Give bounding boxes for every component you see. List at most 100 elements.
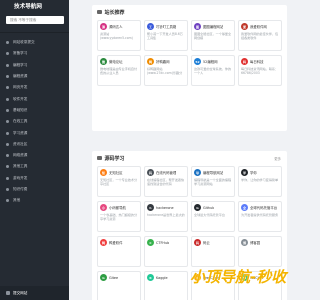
card-title: Kaggle bbox=[156, 275, 168, 280]
card-header: G Gitee bbox=[100, 274, 138, 281]
web-icon bbox=[6, 86, 9, 90]
site-card[interactable]: 52 52编程网 这款可爱的全球系统，你的一个人 bbox=[191, 55, 235, 86]
card-header: C CTFHub bbox=[147, 239, 185, 246]
site-logo-icon: 码 bbox=[147, 169, 154, 176]
sidebar-item[interactable]: 常备学习 bbox=[0, 48, 69, 59]
site-card[interactable]: 码在线代码管理 在线编程社区，帮开发者快速找到适合的代码 bbox=[144, 166, 188, 197]
card-title: 我爱软件网 bbox=[250, 25, 267, 29]
site-card[interactable]: G Github 全球最大代码托管平台 bbox=[191, 201, 235, 232]
site-card[interactable]: 知无知社区 无知社区，一个专业技术分享社区 bbox=[97, 166, 141, 197]
site-logo-icon: h bbox=[147, 204, 154, 211]
card-title: 学你 bbox=[250, 171, 257, 175]
sidebar-item[interactable]: 网络资源 bbox=[0, 150, 69, 161]
link-icon bbox=[6, 41, 9, 45]
sidebar-item[interactable]: 编程资源 bbox=[0, 71, 69, 82]
site-logo[interactable]: 技术导航网 bbox=[0, 1, 69, 14]
sidebar-item[interactable]: 其他工具 bbox=[0, 161, 69, 172]
card-header: 爱我爱软件网 bbox=[241, 23, 279, 30]
more-icon bbox=[6, 199, 9, 203]
card-description bbox=[147, 283, 185, 296]
site-logo-icon: 导 bbox=[194, 169, 201, 176]
card-title: 52编程网 bbox=[203, 60, 218, 64]
card-description bbox=[194, 248, 232, 261]
sidebar-item[interactable]: 在线工具 bbox=[0, 116, 69, 127]
site-logo-icon: 全 bbox=[241, 204, 248, 211]
sidebar-item-label: 常备学习 bbox=[13, 51, 28, 56]
card-description bbox=[241, 248, 279, 261]
site-logo-icon: 码 bbox=[194, 239, 201, 246]
site-logo-icon: G bbox=[194, 204, 201, 211]
site-logo-icon: 知 bbox=[100, 169, 107, 176]
sidebar-item[interactable]: 其他 bbox=[0, 195, 69, 206]
site-logo-icon: 图 bbox=[194, 23, 201, 30]
card-description: 学你，让你的学习变得简单 bbox=[241, 178, 279, 182]
site-card[interactable]: K Kaggle bbox=[144, 271, 188, 300]
card-header: 工叮铃叮工具箱 bbox=[147, 23, 185, 30]
sidebar-item-label: 知识付费 bbox=[13, 187, 28, 191]
panel-header: 站长推荐 bbox=[92, 5, 287, 19]
site-card[interactable]: 图图图编程网站 图图全能社区，一个够爱全网创模 bbox=[191, 20, 235, 51]
card-title: 小码都导航 bbox=[109, 206, 126, 210]
site-card[interactable]: 工叮铃叮工具箱 帮小哥一下开发人员8.6万工具集 bbox=[144, 20, 188, 51]
site-card[interactable]: G Gitee bbox=[97, 271, 141, 300]
site-card[interactable]: 小小码都导航 一个零基础、热门超级的分享学习资源 bbox=[97, 201, 141, 232]
site-card[interactable]: 源源码达人 资源站 (www.yydaren5.com) bbox=[97, 20, 141, 51]
site-card[interactable]: h hackerone hackerone是世界上最大的 bbox=[144, 201, 188, 232]
sidebar-item[interactable]: 游戏开发 bbox=[0, 173, 69, 184]
search-input[interactable]: 搜索 不等于搜索 bbox=[6, 16, 64, 24]
site-card[interactable]: 科每日科技 每日科技资讯网站，联系：66786/2003 bbox=[238, 55, 282, 86]
main-content: 站长推荐 源源码达人 资源站 (www.yydaren5.com) 工叮铃叮工具箱帮… bbox=[69, 0, 300, 300]
site-logo-icon: 爱 bbox=[241, 23, 248, 30]
info-icon bbox=[6, 108, 9, 112]
panel-title: 站长推荐 bbox=[104, 9, 125, 16]
card-header: 微微电论坛 bbox=[100, 58, 138, 65]
site-card[interactable]: 博博客园 bbox=[238, 236, 282, 267]
card-header: 科每日科技 bbox=[241, 58, 279, 65]
site-card[interactable]: 爱我爱软件网 我爱软件网的最佳伙伴，包括各类软件 bbox=[238, 20, 282, 51]
book-icon bbox=[6, 75, 9, 79]
card-header: 博博客园 bbox=[241, 239, 279, 246]
card-description: 资源站 (www.yydaren5.com) bbox=[100, 32, 133, 41]
sidebar-item-label: 网站收录提交 bbox=[13, 40, 35, 45]
site-card[interactable]: 全全球代码托管平台 为开发者提供代码托管服务 bbox=[238, 201, 282, 232]
card-title: Gitee bbox=[109, 275, 119, 280]
more-link[interactable]: 更多 bbox=[274, 156, 281, 161]
site-card[interactable]: 导编程导航网站 编程导航是一个全面的编程学习资源网站 bbox=[191, 166, 235, 197]
site-logo-icon: 科 bbox=[241, 58, 248, 65]
site-logo-icon: 小 bbox=[100, 204, 107, 211]
panel-header: 源码学习 更多 bbox=[92, 151, 287, 165]
site-logo-icon: C bbox=[147, 239, 154, 246]
card-title: 码云 bbox=[203, 241, 210, 245]
sidebar-item[interactable]: 网页开发 bbox=[0, 82, 69, 93]
watermark-text: 小顶导航-秒收 bbox=[190, 268, 287, 286]
sidebar-item-label: 编程资源 bbox=[13, 74, 28, 79]
card-description: hackerone是世界上最大的 bbox=[147, 213, 185, 217]
sidebar-item[interactable]: 编程学习 bbox=[0, 60, 69, 71]
submit-icon bbox=[6, 291, 10, 295]
card-header: 鸭鸭爱软件 bbox=[100, 239, 138, 246]
site-card[interactable]: 码码云 bbox=[191, 236, 235, 267]
sidebar-item-label: 基础知识 bbox=[13, 107, 28, 112]
card-description bbox=[100, 283, 138, 296]
site-card[interactable]: 微微电论坛 微电地理是由专业手机自付费的从业人员 bbox=[97, 55, 141, 86]
sidebar-item-label: 其他 bbox=[13, 198, 21, 203]
submit-site-button[interactable]: 提交网站 bbox=[0, 286, 69, 300]
sidebar-item[interactable]: 知识付费 bbox=[0, 184, 69, 195]
card-header: 码在线代码管理 bbox=[147, 169, 185, 176]
sidebar-item-label: 其他工具 bbox=[13, 164, 28, 169]
sidebar-item[interactable]: 资讯社区 bbox=[0, 139, 69, 150]
sidebar-item[interactable]: 软件开发 bbox=[0, 93, 69, 104]
site-card[interactable]: 学学你 学你，让你的学习变得简单 bbox=[238, 166, 282, 197]
sidebar-item[interactable]: 网站收录提交 bbox=[0, 37, 69, 48]
card-header: 鸭好鸭趣网 bbox=[147, 58, 185, 65]
site-card[interactable]: C CTFHub bbox=[144, 236, 188, 267]
site-card[interactable]: 鸭鸭爱软件 bbox=[97, 236, 141, 267]
card-description: 这款可爱的全球系统，你的一个人 bbox=[194, 67, 232, 76]
sidebar-item[interactable]: 学习资源 bbox=[0, 127, 69, 138]
site-card[interactable]: 鸭好鸭趣网 好鸭趣网站 (www.27dc.com)乐趣分 bbox=[144, 55, 188, 86]
sidebar: 技术导航网 搜索 不等于搜索 网站收录提交 常备学习编程学习编程资源网页开发 软件开… bbox=[0, 0, 69, 300]
sidebar-item-label: 游戏开发 bbox=[13, 175, 28, 180]
card-title: 每日科技 bbox=[250, 60, 264, 64]
sidebar-item[interactable]: 基础知识 bbox=[0, 105, 69, 116]
tool-icon bbox=[6, 120, 9, 124]
